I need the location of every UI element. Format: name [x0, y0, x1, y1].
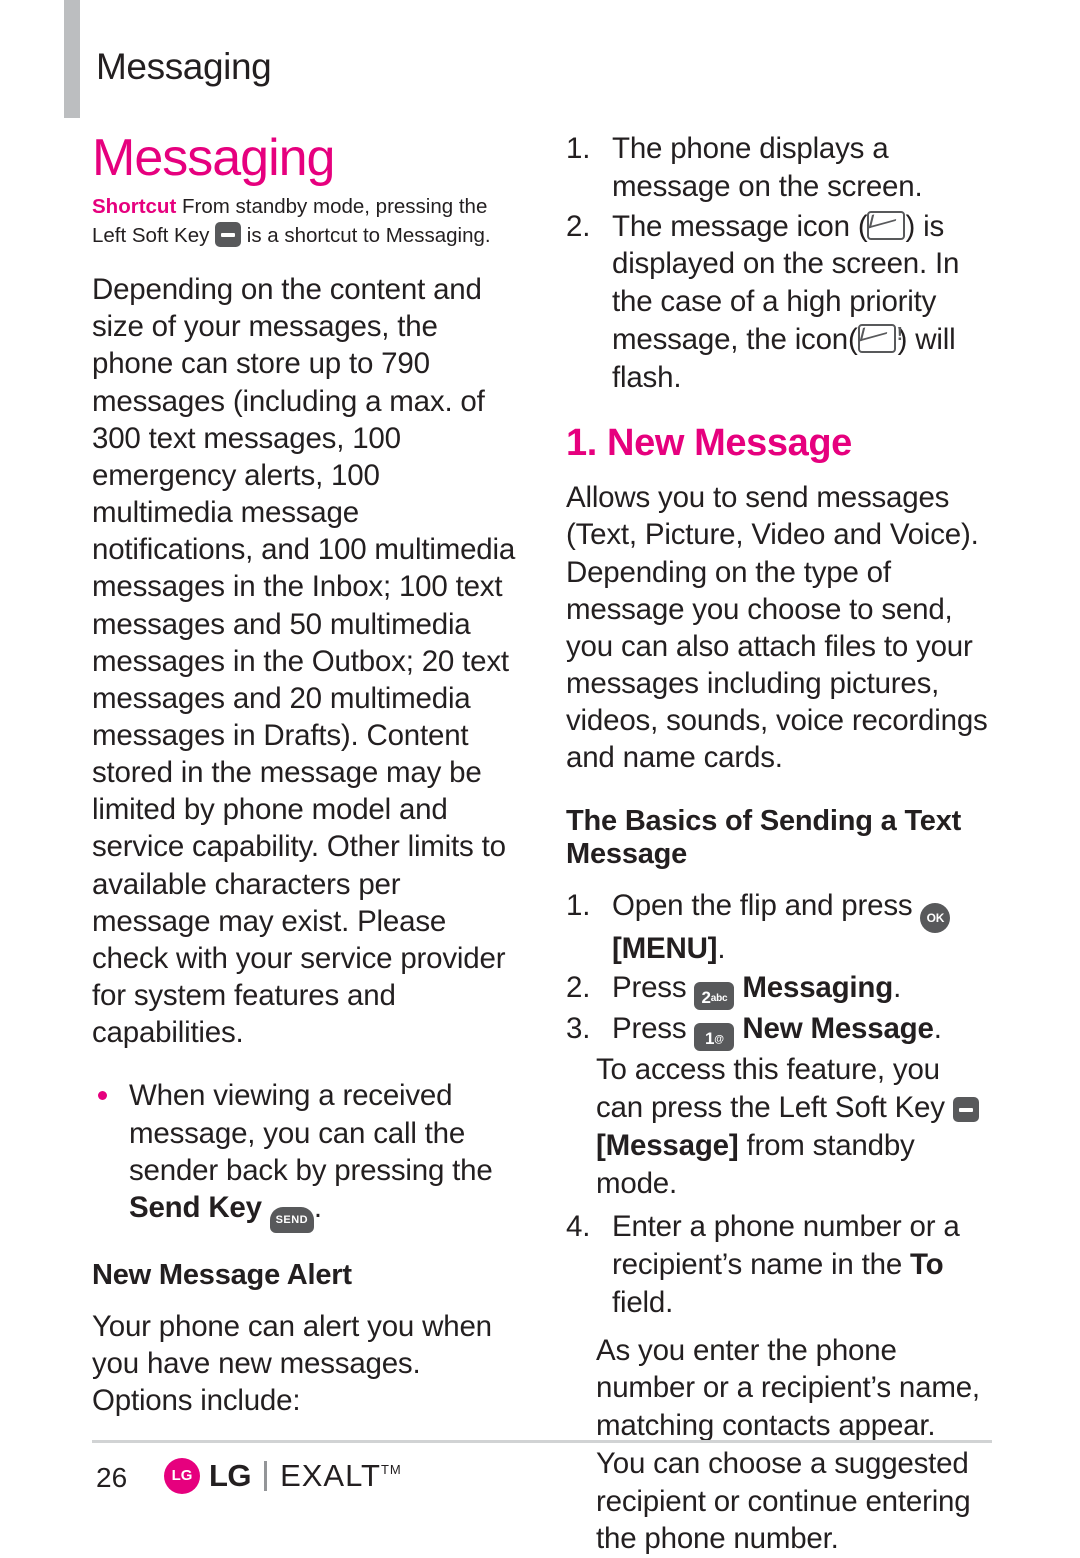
shortcut-note: Shortcut From standby mode, pressing the…	[92, 193, 497, 249]
step-number: 2.	[566, 208, 604, 246]
menu-label: [MENU]	[612, 932, 717, 965]
ok-key-icon: OK	[920, 903, 950, 933]
manual-page: Messaging Messaging Shortcut From standb…	[0, 0, 1080, 1551]
model-label: EXALT	[280, 1458, 381, 1493]
soft-key-icon	[953, 1097, 979, 1122]
key-symbol: @	[714, 1034, 724, 1045]
page-edge-bar	[64, 0, 80, 118]
new-message-alert-heading: New Message Alert	[92, 1259, 522, 1292]
send-key-icon: SEND	[270, 1207, 314, 1233]
alert-paragraph: Your phone can alert you when you have n…	[92, 1308, 522, 1419]
bullet-tail: .	[314, 1191, 322, 1224]
step-number: 3.	[566, 1010, 604, 1048]
basics-heading: The Basics of Sending a Text Message	[566, 805, 991, 871]
list-item: 2.The message icon () is displayed on th…	[566, 208, 991, 397]
allows-paragraph: Allows you to send messages (Text, Pictu…	[566, 479, 991, 776]
list-item: When viewing a received message, you can…	[92, 1077, 522, 1230]
brand-logo: LG EXALTTM	[164, 1458, 402, 1494]
soft-key-icon	[215, 222, 241, 247]
list-item: 1.The phone displays a message on the sc…	[566, 130, 991, 206]
list-item: 1.Open the flip and press OK [MENU].	[566, 887, 991, 968]
left-column: Messaging Shortcut From standby mode, pr…	[92, 130, 522, 1419]
to-field-label: To	[910, 1248, 943, 1281]
chapter-title: Messaging	[92, 130, 522, 187]
logo-divider	[264, 1461, 267, 1491]
send-key-label: Send Key	[129, 1191, 262, 1224]
message-softkey-label: [Message]	[596, 1129, 738, 1162]
step-text: The phone displays a message on the scre…	[612, 132, 922, 203]
step-text: Press	[612, 971, 694, 1004]
notification-steps: 1.The phone displays a message on the sc…	[566, 130, 991, 396]
envelope-icon	[867, 211, 905, 240]
key-digit: 2	[701, 988, 710, 1007]
shortcut-label: Shortcut	[92, 195, 176, 218]
key-letters: abc	[711, 993, 728, 1004]
step-number: 1.	[566, 887, 604, 925]
step-text: Open the flip and press	[612, 889, 920, 922]
key-1-icon: 1@	[694, 1023, 734, 1051]
bullet-dot-icon	[98, 1091, 107, 1100]
step-number: 4.	[566, 1208, 604, 1246]
new-message-label: New Message	[742, 1012, 933, 1045]
messaging-label: Messaging	[742, 971, 893, 1004]
basics-steps: 1.Open the flip and press OK [MENU]. 2.P…	[566, 887, 991, 1050]
list-item: 2.Press 2abc Messaging.	[566, 969, 991, 1008]
basics-steps-continued: 4.Enter a phone number or a recipient’s …	[566, 1208, 991, 1321]
trademark-mark: TM	[381, 1462, 402, 1477]
bullet-list: When viewing a received message, you can…	[92, 1077, 522, 1230]
intro-paragraph: Depending on the content and size of you…	[92, 271, 522, 1051]
section-title-new-message: 1. New Message	[566, 422, 991, 465]
shortcut-text-after: is a shortcut to Messaging.	[241, 224, 491, 247]
key-2-abc-icon: 2abc	[694, 982, 734, 1010]
model-name: EXALTTM	[280, 1458, 402, 1494]
key-digit: 1	[705, 1029, 714, 1048]
envelope-priority-icon: !	[858, 324, 896, 353]
right-column: 1.The phone displays a message on the sc…	[566, 130, 991, 1558]
step-text-a: The message icon (	[612, 210, 867, 243]
access-text-a: To access this feature, you can press th…	[596, 1053, 953, 1124]
exclamation-mark-icon: !	[897, 325, 903, 343]
footer-divider	[92, 1440, 992, 1443]
step-number: 2.	[566, 969, 604, 1007]
bullet-text: When viewing a received message, you can…	[129, 1079, 493, 1186]
matching-note: As you enter the phone number or a recip…	[566, 1332, 991, 1558]
brand-name: LG	[209, 1458, 251, 1494]
step-tail: .	[717, 932, 725, 965]
step-tail: .	[934, 1012, 942, 1045]
list-item: 4.Enter a phone number or a recipient’s …	[566, 1208, 991, 1321]
step-text: Press	[612, 1012, 694, 1045]
list-item: 3.Press 1@ New Message.	[566, 1010, 991, 1049]
step-tail: .	[893, 971, 901, 1004]
step-number: 1.	[566, 130, 604, 168]
step-text-a: Enter a phone number or a recipient’s na…	[612, 1210, 960, 1281]
running-head: Messaging	[96, 46, 271, 88]
step-text-b: field.	[612, 1286, 673, 1319]
page-number: 26	[96, 1462, 127, 1494]
lg-logo-icon	[164, 1458, 200, 1494]
access-note: To access this feature, you can press th…	[566, 1051, 991, 1202]
